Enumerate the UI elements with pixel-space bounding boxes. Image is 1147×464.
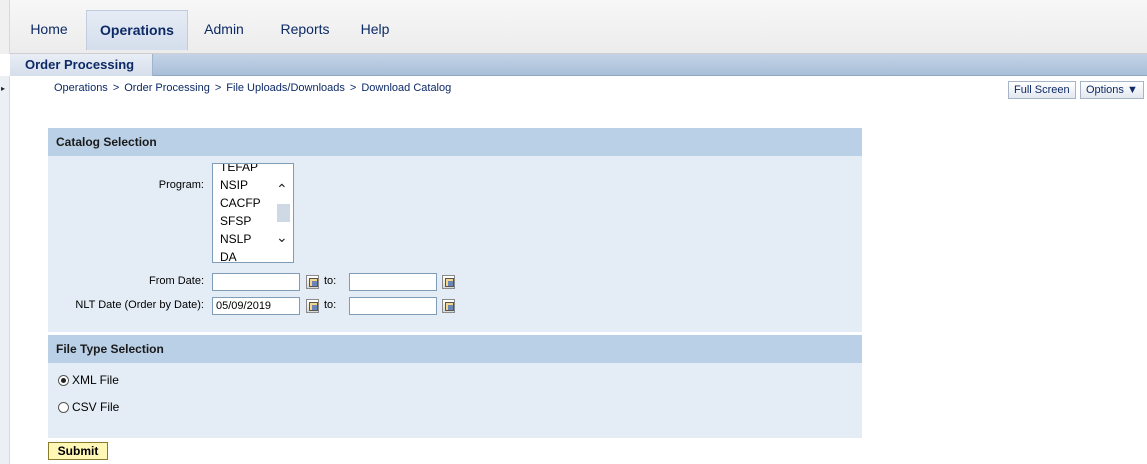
program-option[interactable]: DA bbox=[220, 248, 237, 262]
to-date-input[interactable] bbox=[349, 273, 437, 291]
program-option[interactable]: CACFP bbox=[220, 194, 261, 212]
calendar-icon[interactable] bbox=[442, 275, 455, 289]
subtab-order-processing[interactable]: Order Processing bbox=[10, 54, 153, 76]
csv-file-label[interactable]: CSV File bbox=[72, 400, 119, 414]
to-label: to: bbox=[324, 299, 337, 311]
expand-arrow-icon[interactable]: ▸ bbox=[1, 84, 5, 93]
xml-file-label[interactable]: XML File bbox=[72, 373, 119, 387]
calendar-icon[interactable] bbox=[442, 299, 455, 313]
to-label: to: bbox=[324, 275, 337, 287]
tab-help[interactable]: Help bbox=[352, 10, 398, 50]
breadcrumb-row: Operations > Order Processing > File Uploads… bbox=[10, 78, 1147, 100]
breadcrumb-separator: > bbox=[349, 82, 357, 94]
left-rail[interactable]: ▸ bbox=[0, 76, 10, 464]
from-date-input[interactable] bbox=[212, 273, 300, 291]
breadcrumb: Operations > Order Processing > File Uploads… bbox=[54, 82, 456, 94]
breadcrumb-item-order-processing[interactable]: Order Processing bbox=[124, 82, 210, 94]
listbox-scrollbar[interactable]: ⌃ ⌄ bbox=[274, 164, 293, 262]
submit-button[interactable]: Submit bbox=[48, 442, 108, 460]
breadcrumb-item-file-uploads[interactable]: File Uploads/Downloads bbox=[226, 82, 345, 94]
program-option[interactable]: NSLP bbox=[220, 230, 251, 248]
file-type-selection-body: XML File CSV File bbox=[48, 363, 862, 438]
breadcrumb-item-download-catalog: Download Catalog bbox=[361, 82, 452, 94]
nlt-date-input[interactable] bbox=[212, 297, 300, 315]
breadcrumb-separator: > bbox=[112, 82, 120, 94]
csv-file-radio[interactable] bbox=[58, 402, 69, 413]
tab-home[interactable]: Home bbox=[22, 10, 76, 50]
scroll-thumb[interactable] bbox=[277, 204, 290, 222]
program-listbox[interactable]: TEFAP NSIP CACFP SFSP NSLP DA ⌃ ⌄ bbox=[212, 163, 294, 263]
nlt-to-date-input[interactable] bbox=[349, 297, 437, 315]
file-type-selection-header: File Type Selection bbox=[48, 335, 862, 363]
program-option[interactable]: TEFAP bbox=[220, 164, 258, 176]
program-option[interactable]: NSIP bbox=[220, 176, 248, 194]
scroll-up-icon[interactable]: ⌃ bbox=[276, 182, 288, 196]
nav-left-edge bbox=[0, 0, 10, 54]
options-menu-button[interactable]: Options ▼ bbox=[1080, 81, 1144, 99]
sub-navigation-bar: Order Processing bbox=[10, 54, 1147, 76]
xml-file-radio[interactable] bbox=[58, 375, 69, 386]
from-date-label: From Date: bbox=[148, 275, 204, 287]
program-option[interactable]: SFSP bbox=[220, 212, 251, 230]
calendar-icon[interactable] bbox=[306, 299, 319, 313]
full-screen-button[interactable]: Full Screen bbox=[1008, 81, 1076, 99]
program-label: Program: bbox=[158, 179, 204, 191]
calendar-icon[interactable] bbox=[306, 275, 319, 289]
breadcrumb-separator: > bbox=[214, 82, 222, 94]
breadcrumb-item-operations[interactable]: Operations bbox=[54, 82, 108, 94]
catalog-selection-body: Program: TEFAP NSIP CACFP SFSP NSLP DA ⌃… bbox=[48, 156, 862, 332]
top-navigation-bar: Home Operations Admin Reports Help bbox=[0, 0, 1147, 54]
tab-admin[interactable]: Admin bbox=[196, 10, 252, 50]
tab-reports[interactable]: Reports bbox=[270, 10, 340, 50]
download-catalog-panel: Catalog Selection Program: TEFAP NSIP CA… bbox=[48, 128, 862, 438]
tab-operations[interactable]: Operations bbox=[86, 10, 188, 50]
scroll-down-icon[interactable]: ⌄ bbox=[276, 230, 288, 244]
catalog-selection-header: Catalog Selection bbox=[48, 128, 862, 156]
nlt-date-label: NLT Date (Order by Date): bbox=[75, 299, 204, 311]
